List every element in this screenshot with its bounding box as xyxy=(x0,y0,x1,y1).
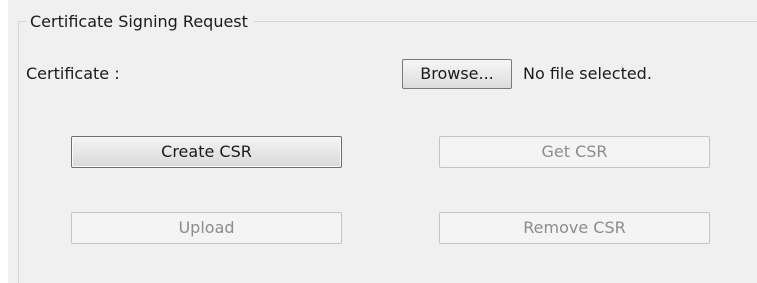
upload-button[interactable]: Upload xyxy=(71,212,342,244)
file-status-text: No file selected. xyxy=(523,64,652,83)
browse-button[interactable]: Browse... xyxy=(402,59,512,89)
get-csr-button[interactable]: Get CSR xyxy=(439,136,710,168)
create-csr-button[interactable]: Create CSR xyxy=(71,136,342,168)
group-title: Certificate Signing Request xyxy=(26,12,254,32)
remove-csr-button[interactable]: Remove CSR xyxy=(439,212,710,244)
certificate-label: Certificate : xyxy=(26,64,120,83)
